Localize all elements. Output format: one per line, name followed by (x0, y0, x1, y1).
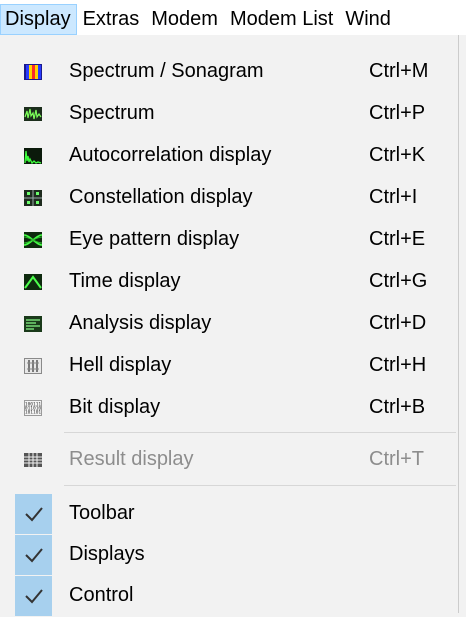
check-icon (25, 548, 43, 563)
bit-display-icon: 100111 011010 101101 (24, 400, 42, 416)
time-display-icon (24, 274, 42, 290)
menu-item-autocorrelation[interactable]: Autocorrelation display Ctrl+K (0, 135, 458, 177)
check-icon (25, 507, 43, 522)
control-checkmark-box (15, 576, 52, 616)
menu-item-displays[interactable]: Displays (0, 534, 458, 576)
display-menu: Spectrum / Sonagram Ctrl+M Spectrum Ctrl… (0, 35, 459, 616)
menu-item-result-display[interactable]: Result display Ctrl+T (0, 439, 458, 481)
displays-checkmark-box (15, 535, 52, 575)
menu-item-label: Analysis display (69, 312, 212, 334)
menu-item-shortcut: Ctrl+H (369, 354, 427, 376)
menu-item-shortcut: Ctrl+G (369, 270, 428, 292)
menu-item-analysis[interactable]: Analysis display Ctrl+D (0, 303, 458, 345)
menu-item-label: Autocorrelation display (69, 144, 272, 166)
menu-item-label: Constellation display (69, 186, 253, 208)
menu-item-shortcut: Ctrl+T (369, 448, 424, 470)
svg-text:101101: 101101 (25, 410, 42, 416)
hell-display-icon (24, 358, 42, 374)
menu-bar: Display Extras Modem Modem List Wind (0, 0, 466, 35)
menu-item-label: Time display (69, 270, 181, 292)
menubar-display[interactable]: Display (0, 4, 77, 35)
menu-item-label: Spectrum / Sonagram (69, 60, 264, 82)
menu-item-label: Control (69, 584, 134, 606)
menu-item-shortcut: Ctrl+E (369, 228, 426, 250)
menu-item-time-display[interactable]: Time display Ctrl+G (0, 261, 458, 303)
menu-item-eye-pattern[interactable]: Eye pattern display Ctrl+E (0, 219, 458, 261)
menubar-window[interactable]: Wind (339, 4, 397, 35)
menu-item-label: Result display (69, 448, 194, 470)
constellation-icon (24, 190, 42, 206)
spectrum-icon (24, 107, 42, 121)
menu-separator (64, 432, 456, 433)
autocorrelation-icon (24, 148, 42, 165)
menubar-extras[interactable]: Extras (77, 4, 146, 35)
menu-item-label: Hell display (69, 354, 172, 376)
menubar-modem-list[interactable]: Modem List (224, 4, 339, 35)
menu-item-spectrum-sonagram[interactable]: Spectrum / Sonagram Ctrl+M (0, 51, 458, 93)
menu-item-label: Eye pattern display (69, 228, 240, 250)
menu-item-shortcut: Ctrl+K (369, 144, 426, 166)
menu-item-label: Spectrum (69, 102, 155, 124)
spectrum-sonagram-icon (24, 64, 42, 80)
menu-item-spectrum[interactable]: Spectrum Ctrl+P (0, 93, 458, 135)
menu-item-shortcut: Ctrl+M (369, 60, 429, 82)
toolbar-checkmark-box (15, 494, 52, 534)
menu-item-control[interactable]: Control (0, 575, 458, 617)
eye-pattern-icon (24, 232, 42, 248)
menu-item-label: Toolbar (69, 502, 135, 524)
menu-item-hell-display[interactable]: Hell display Ctrl+H (0, 345, 458, 387)
menu-item-shortcut: Ctrl+P (369, 102, 426, 124)
menu-item-toolbar[interactable]: Toolbar (0, 493, 458, 535)
menu-item-shortcut: Ctrl+I (369, 186, 418, 208)
menu-item-bit-display[interactable]: 100111 011010 101101 Bit display Ctrl+B (0, 387, 458, 429)
menu-separator (64, 485, 456, 486)
menu-item-shortcut: Ctrl+B (369, 396, 426, 418)
result-display-icon (24, 453, 42, 467)
menubar-modem[interactable]: Modem (145, 4, 224, 35)
menu-item-shortcut: Ctrl+D (369, 312, 427, 334)
check-icon (25, 589, 43, 604)
menu-item-label: Displays (69, 543, 145, 565)
menu-item-constellation[interactable]: Constellation display Ctrl+I (0, 177, 458, 219)
menu-item-label: Bit display (69, 396, 161, 418)
analysis-icon (24, 316, 42, 332)
